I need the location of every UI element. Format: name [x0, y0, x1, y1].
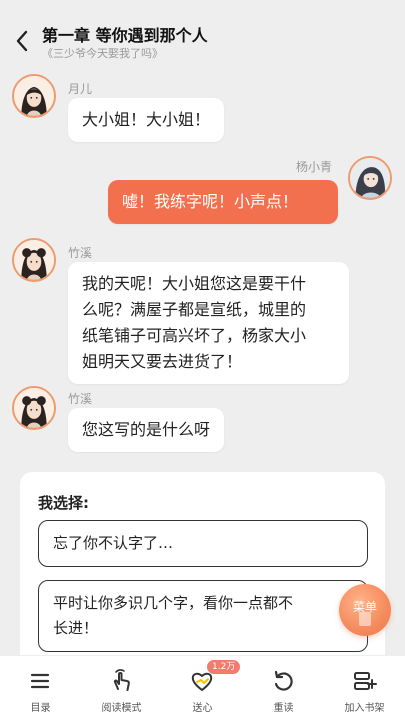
avatar-yueer[interactable]	[12, 74, 56, 118]
message-text-line: 么呢？满屋子都是宣纸，城里的	[82, 300, 307, 319]
avatar-zhuxi[interactable]	[12, 238, 56, 282]
speaker-name: 竹溪	[68, 246, 93, 260]
avatar-zhuxi[interactable]	[12, 386, 56, 430]
like-count-badge: 1.2万	[207, 660, 241, 674]
toolbar-item-reread[interactable]: 重读	[243, 656, 324, 720]
speaker-name: 杨小青	[296, 160, 333, 174]
toolbar-item-send-heart[interactable]: 1.2万 送心	[162, 656, 243, 720]
tap-hand-icon	[113, 669, 130, 691]
message-text: 大小姐！大小姐！	[82, 110, 211, 129]
replay-icon	[274, 670, 293, 691]
speaker-name: 竹溪	[68, 392, 93, 406]
list-icon	[30, 673, 50, 689]
choice-option-text-line: 长进！	[53, 619, 99, 637]
choice-option-text-line: 平时让你多识几个字，看你一点都不	[53, 594, 294, 612]
toolbar-label: 目录	[30, 703, 51, 714]
toolbar-label: 送心	[192, 703, 213, 714]
floating-menu-button[interactable]: 菜单	[339, 584, 391, 636]
message-text-line: 纸笔铺子可高兴坏了，杨家大小	[82, 326, 307, 345]
chevron-left-icon	[16, 30, 28, 52]
bottom-toolbar: 目录 阅读模式 1.2万 送心 重读 加入书架	[0, 655, 405, 720]
add-bookshelf-icon	[354, 672, 377, 690]
message-bubble: 大小姐！大小姐！	[68, 98, 225, 142]
message-bubble-self: 嘘！我练字呢！小声点！	[108, 180, 338, 224]
toolbar-item-reading-mode[interactable]: 阅读模式	[81, 656, 162, 720]
message-text-line: 我的天呢！大小姐您这是要干什	[82, 274, 307, 293]
character-portrait-icon	[14, 388, 54, 428]
choice-option-text: 忘了你不认字了…	[53, 534, 174, 552]
chapter-title: 第一章 等你遇到那个人	[42, 26, 208, 45]
message-bubble: 我的天呢！大小姐您这是要干什 么呢？满屋子都是宣纸，城里的 纸笔铺子可高兴坏了，…	[68, 262, 349, 384]
back-button[interactable]	[12, 28, 34, 54]
avatar-yangxiaoqing[interactable]	[348, 156, 392, 200]
message-bubble: 您这写的是什么呀	[68, 408, 225, 452]
toolbar-label: 加入书架	[344, 703, 385, 714]
choice-option-1[interactable]: 忘了你不认字了…	[38, 520, 368, 567]
choice-panel: 我选择: 忘了你不认字了… 平时让你多识几个字，看你一点都不 长进！	[20, 472, 385, 672]
header: 第一章 等你遇到那个人 《三少爷今天娶我了吗》	[0, 0, 405, 68]
character-portrait-icon	[14, 76, 54, 116]
speaker-name: 月儿	[68, 82, 93, 96]
message-text: 您这写的是什么呀	[82, 420, 211, 439]
message-text: 嘘！我练字呢！小声点！	[122, 192, 299, 211]
choice-title: 我选择:	[38, 494, 89, 512]
character-portrait-icon	[350, 158, 390, 198]
toolbar-label: 阅读模式	[101, 703, 142, 714]
book-icon	[359, 612, 371, 626]
toolbar-item-catalog[interactable]: 目录	[0, 656, 81, 720]
book-title: 《三少爷今天娶我了吗》	[42, 47, 163, 60]
character-portrait-icon	[14, 240, 54, 280]
toolbar-label: 重读	[273, 703, 294, 714]
toolbar-item-add-bookshelf[interactable]: 加入书架	[324, 656, 405, 720]
message-text-line: 姐明天又要去进货了！	[82, 352, 243, 371]
choice-option-2[interactable]: 平时让你多识几个字，看你一点都不 长进！	[38, 580, 368, 652]
